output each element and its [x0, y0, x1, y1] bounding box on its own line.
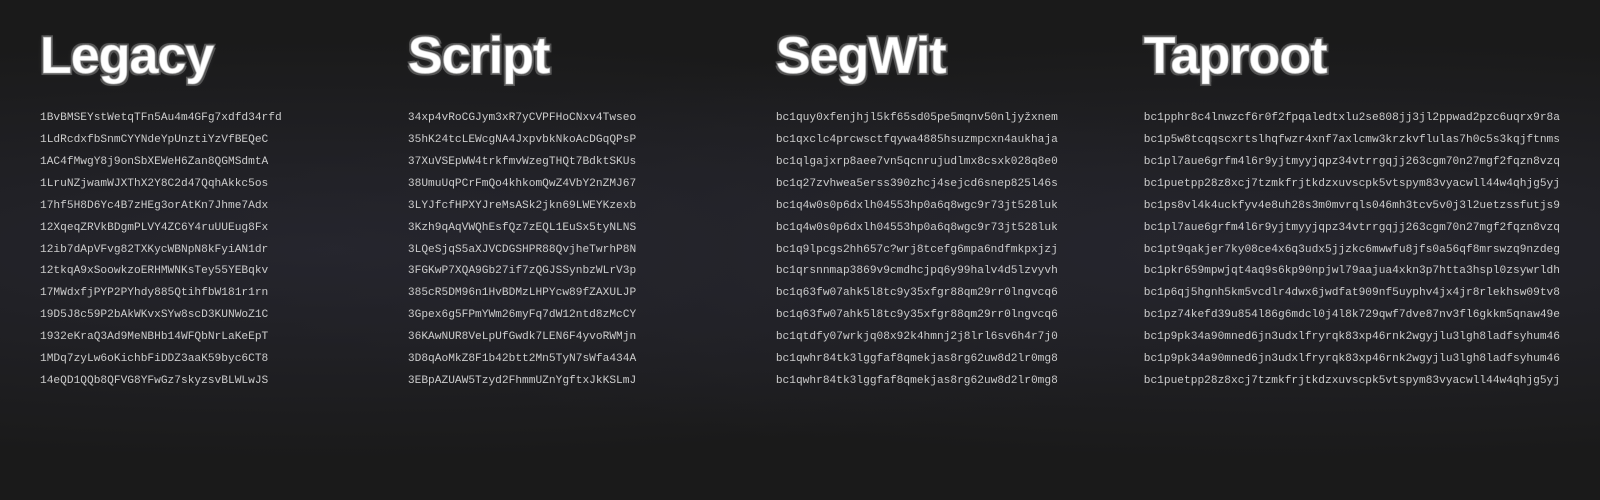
address-item[interactable]: bc1p9pk34a90mned6jn3udxlfryrqk83xp46rnk2… [1144, 351, 1560, 369]
address-item[interactable]: 12XqeqZRVkBDgmPLVY4ZC6Y4ruUUEug8Fx [40, 220, 368, 238]
address-item[interactable]: 17MWdxfjPYP2PYhdy885QtihfbW181r1rn [40, 285, 368, 303]
address-item[interactable]: 35hK24tcLEWcgNA4JxpvbkNkoAcDGqQPsP [408, 132, 736, 150]
column-segwit: SegWit bc1quy0xfenjhjl5kf65sd05pe5mqnv50n… [776, 30, 1104, 391]
address-item[interactable]: bc1pl7aue6grfm4l6r9yjtmyyjqpz34vtrrgqjj2… [1144, 220, 1560, 238]
address-item[interactable]: bc1qlgajxrp8aee7vn5qcnrujudlmx8csxk028q8… [776, 154, 1104, 172]
address-item[interactable]: 3EBpAZUAW5Tzyd2FhmmUZnYgftxJkKSLmJ [408, 373, 736, 391]
address-item[interactable]: 37XuVSEpWW4trkfmvWzegTHQt7BdktSKUs [408, 154, 736, 172]
address-item[interactable]: 1LruNZjwamWJXThX2Y8C2d47QqhAkkc5os [40, 176, 368, 194]
address-item[interactable]: 19D5J8c59P2bAkWKvxSYw8scD3KUNWoZ1C [40, 307, 368, 325]
address-item[interactable]: 17hf5H8D6Yc4B7zHEg3orAtKn7Jhme7Adx [40, 198, 368, 216]
legacy-header: Legacy [40, 30, 368, 82]
column-script: Script 34xp4vRoCGJym3xR7yCVPFHoCNxv4Twseo… [408, 30, 736, 391]
address-item[interactable]: 1AC4fMwgY8j9onSbXEWeH6Zan8QGMSdmtA [40, 154, 368, 172]
address-item[interactable]: bc1q9lpcgs2hh657c?wrj8tcefg6mpa6ndfmkpxj… [776, 242, 1104, 260]
taproot-address-list: bc1pphr8c4lnwzcf6r0f2fpqaledtxlu2se808jj… [1144, 110, 1560, 391]
address-item[interactable]: bc1q27zvhwea5erss390zhcj4sejcd6snep825l4… [776, 176, 1104, 194]
address-item[interactable]: 36KAwNUR8VeLpUfGwdk7LEN6F4yvoRWMjn [408, 329, 736, 347]
address-item[interactable]: bc1q4w0s0p6dxlh04553hp0a6q8wgc9r73jt528l… [776, 198, 1104, 216]
address-item[interactable]: bc1p9pk34a90mned6jn3udxlfryrqk83xp46rnk2… [1144, 329, 1560, 347]
taproot-header: Taproot [1144, 30, 1560, 82]
column-legacy: Legacy 1BvBMSEYstWetqTFn5Au4m4GFg7xdfd34r… [40, 30, 368, 391]
address-item[interactable]: bc1q63fw07ahk5l8tc9y35xfgr88qm29rr0lngvc… [776, 285, 1104, 303]
segwit-header: SegWit [776, 30, 1104, 82]
address-item[interactable]: bc1pkr659mpwjqt4aq9s6kp90npjwl79aajua4xk… [1144, 263, 1560, 281]
address-item[interactable]: bc1puetpp28z8xcj7tzmkfrjtkdzxuvscpk5vtsp… [1144, 176, 1560, 194]
address-item[interactable]: 1LdRcdxfbSnmCYYNdeYpUnztiYzVfBEQeC [40, 132, 368, 150]
address-item[interactable]: 3LYJfcfHPXYJreMsASk2jkn69LWEYKzexb [408, 198, 736, 216]
address-item[interactable]: bc1qxclc4prcwsctfqywa4885hsuzmpcxn4aukha… [776, 132, 1104, 150]
address-item[interactable]: bc1quy0xfenjhjl5kf65sd05pe5mqnv50nljyžxn… [776, 110, 1104, 128]
segwit-address-list: bc1quy0xfenjhjl5kf65sd05pe5mqnv50nljyžxn… [776, 110, 1104, 391]
address-item[interactable]: 14eQD1QQb8QFVG8YFwGz7skyzsvBLWLwJS [40, 373, 368, 391]
address-item[interactable]: bc1pt9qakjer7ky08ce4x6q3udx5jjzkc6mwwfu8… [1144, 242, 1560, 260]
address-item[interactable]: 38UmuUqPCrFmQo4khkomQwZ4VbY2nZMJ67 [408, 176, 736, 194]
address-item[interactable]: 3D8qAoMkZ8F1b42btt2Mn5TyN7sWfa434A [408, 351, 736, 369]
script-header: Script [408, 30, 736, 82]
column-taproot: Taproot bc1pphr8c4lnwzcf6r0f2fpqaledtxlu2… [1144, 30, 1560, 391]
address-item[interactable]: bc1ps8vl4k4uckfyv4e8uh28s3m0mvrqls046mh3… [1144, 198, 1560, 216]
address-item[interactable]: bc1qrsnnmap3869v9cmdhcjpq6y99halv4d5lzvy… [776, 263, 1104, 281]
address-item[interactable]: bc1pz74kefd39u854l86g6mdcl0j4l8k729qwf7d… [1144, 307, 1560, 325]
main-columns: Legacy 1BvBMSEYstWetqTFn5Au4m4GFg7xdfd34r… [40, 30, 1560, 391]
address-item[interactable]: 34xp4vRoCGJym3xR7yCVPFHoCNxv4Twseo [408, 110, 736, 128]
address-item[interactable]: bc1qwhr84tk3lggfaf8qmekjas8rg62uw8d2lr0m… [776, 373, 1104, 391]
address-item[interactable]: bc1pphr8c4lnwzcf6r0f2fpqaledtxlu2se808jj… [1144, 110, 1560, 128]
address-item[interactable]: 12ib7dApVFvg82TXKycWBNpN8kFyiAN1dr [40, 242, 368, 260]
script-address-list: 34xp4vRoCGJym3xR7yCVPFHoCNxv4Twseo 35hK24… [408, 110, 736, 391]
address-item[interactable]: 3LQeSjqS5aXJVCDGSHPR88QvjheTwrhP8N [408, 242, 736, 260]
legacy-address-list: 1BvBMSEYstWetqTFn5Au4m4GFg7xdfd34rfd 1LdR… [40, 110, 368, 391]
address-item[interactable]: 3Kzh9qAqVWQhEsfQz7zEQL1EuSx5tyNLNS [408, 220, 736, 238]
address-item[interactable]: 3FGKwP7XQA9Gb27if7zQGJSSynbzWLrV3p [408, 263, 736, 281]
address-item[interactable]: 1BvBMSEYstWetqTFn5Au4m4GFg7xdfd34rfd [40, 110, 368, 128]
address-item[interactable]: 1MDq7zyLw6oKichbFiDDZ3aaK59byc6CT8 [40, 351, 368, 369]
address-item[interactable]: bc1puetpp28z8xcj7tzmkfrjtkdzxuvscpk5vtsp… [1144, 373, 1560, 391]
address-item[interactable]: bc1p5w8tcqqscxrtslhqfwzr4xnf7axlcmw3krzk… [1144, 132, 1560, 150]
address-item[interactable]: bc1qtdfy07wrkjq08x92k4hmnj2j8lrl6sv6h4r7… [776, 329, 1104, 347]
address-item[interactable]: bc1pl7aue6grfm4l6r9yjtmyyjqpz34vtrrgqjj2… [1144, 154, 1560, 172]
address-item[interactable]: bc1q4w0s0p6dxlh04553hp0a6q8wgc9r73jt528l… [776, 220, 1104, 238]
address-item[interactable]: 385cR5DM96n1HvBDMzLHPYcw89fZAXULJP [408, 285, 736, 303]
address-item[interactable]: bc1q63fw07ahk5l8tc9y35xfgr88qm29rr0lngvc… [776, 307, 1104, 325]
address-item[interactable]: bc1qwhr84tk3lggfaf8qmekjas8rg62uw8d2lr0m… [776, 351, 1104, 369]
address-item[interactable]: 12tkqA9xSoowkzoERHMWNKsTey55YEBqkv [40, 263, 368, 281]
address-item[interactable]: bc1p6qj5hgnh5km5vcdlr4dwx6jwdfat909nf5uy… [1144, 285, 1560, 303]
address-item[interactable]: 1932eKraQ3Ad9MeNBHb14WFQbNrLaKeEpT [40, 329, 368, 347]
address-item[interactable]: 3Gpex6g5FPmYWm26myFq7dW12ntd8zMcCY [408, 307, 736, 325]
